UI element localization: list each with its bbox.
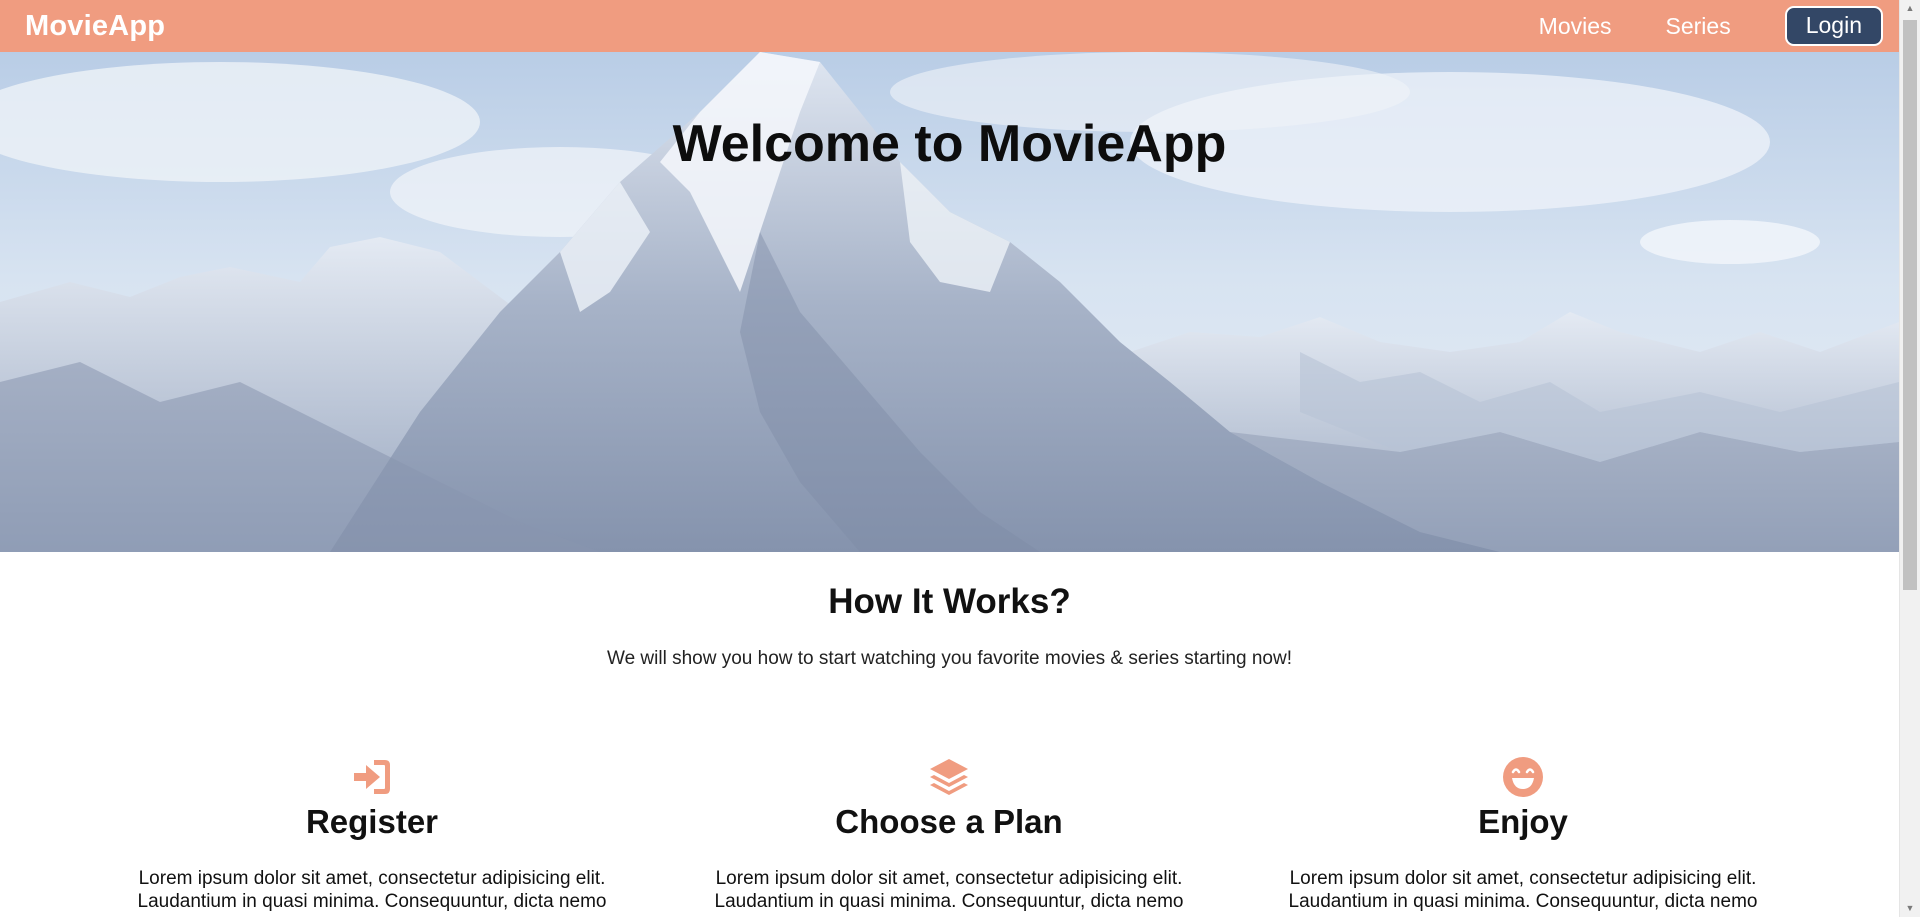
vertical-scrollbar[interactable]: ▲ ▼ <box>1899 0 1920 917</box>
step-title: Choose a Plan <box>835 803 1063 840</box>
scroll-down-arrow-icon[interactable]: ▼ <box>1900 900 1920 917</box>
hero-title: Welcome to MovieApp <box>672 115 1227 173</box>
how-it-works-subtitle: We will show you how to start watching y… <box>607 648 1292 669</box>
step-description: Lorem ipsum dolor sit amet, consectetur … <box>137 868 607 912</box>
brand-logo[interactable]: MovieApp <box>25 10 165 43</box>
step-choose-plan: Choose a Plan Lorem ipsum dolor sit amet… <box>689 755 1209 913</box>
step-enjoy: Enjoy Lorem ipsum dolor sit amet, consec… <box>1263 755 1783 913</box>
step-description: Lorem ipsum dolor sit amet, consectetur … <box>1288 868 1758 912</box>
how-it-works-section: How It Works? We will show you how to st… <box>0 552 1899 670</box>
step-register: Register Lorem ipsum dolor sit amet, con… <box>112 755 632 913</box>
step-title: Enjoy <box>1478 803 1568 840</box>
login-button[interactable]: Login <box>1784 6 1883 46</box>
page: MovieApp Movies Series Login Welcome to … <box>0 0 1899 917</box>
scrollbar-thumb[interactable] <box>1903 20 1917 590</box>
nav-link-movies[interactable]: Movies <box>1539 13 1612 40</box>
hero-banner: Welcome to MovieApp <box>0 52 1899 552</box>
grin-icon <box>1503 757 1543 797</box>
scroll-up-arrow-icon[interactable]: ▲ <box>1900 0 1920 17</box>
navbar: MovieApp Movies Series Login <box>0 0 1899 52</box>
sign-in-icon <box>354 760 390 794</box>
layers-icon <box>930 759 968 795</box>
how-it-works-title: How It Works? <box>828 582 1071 621</box>
step-description: Lorem ipsum dolor sit amet, consectetur … <box>714 868 1184 912</box>
nav-link-series[interactable]: Series <box>1666 13 1731 40</box>
step-title: Register <box>305 803 439 840</box>
nav-links: Movies Series Login <box>1539 6 1883 46</box>
